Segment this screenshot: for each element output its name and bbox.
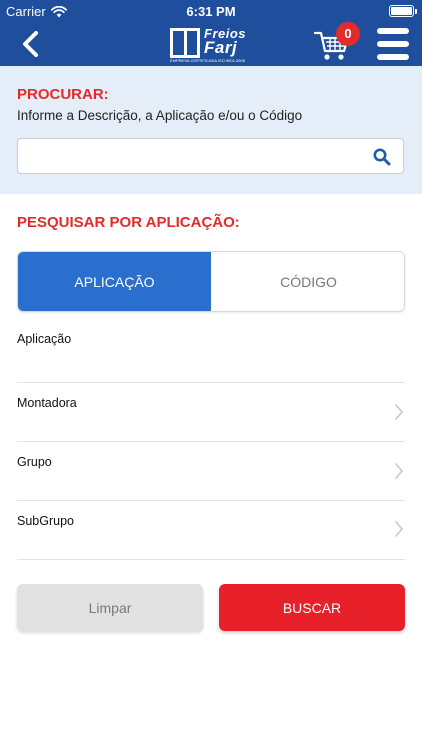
status-bar: Carrier 6:31 PM xyxy=(0,0,422,22)
field-label-subgrupo: SubGrupo xyxy=(17,514,74,528)
search-button[interactable]: BUSCAR xyxy=(219,584,405,631)
field-subgrupo[interactable] xyxy=(17,502,405,559)
battery-icon xyxy=(389,5,417,17)
divider xyxy=(17,500,405,501)
divider xyxy=(17,382,405,383)
chevron-right-icon xyxy=(395,521,403,537)
logo-tagline: EMPRESA CERTIFICADA ISO 9001:2008 xyxy=(170,58,245,63)
field-montadora[interactable] xyxy=(17,384,405,441)
search-icon[interactable] xyxy=(373,148,391,166)
search-input[interactable] xyxy=(26,139,366,173)
divider xyxy=(17,559,405,560)
brand-logo: Freios Farj EMPRESA CERTIFICADA ISO 9001… xyxy=(170,26,254,63)
menu-button[interactable] xyxy=(376,27,410,61)
field-aplicacao[interactable] xyxy=(17,324,405,381)
logo-mark xyxy=(170,28,200,58)
navigation-bar: Freios Farj EMPRESA CERTIFICADA ISO 9001… xyxy=(0,22,422,66)
search-section: PROCURAR: Informe a Descrição, a Aplicaç… xyxy=(0,66,422,194)
cart-count-badge: 0 xyxy=(336,22,360,46)
search-box xyxy=(17,138,404,174)
logo-brand-main: Farj xyxy=(204,38,238,57)
clear-button[interactable]: Limpar xyxy=(17,584,203,631)
chevron-right-icon xyxy=(395,463,403,479)
field-grupo[interactable] xyxy=(17,443,405,500)
status-time: 6:31 PM xyxy=(186,4,236,19)
search-title: PROCURAR: xyxy=(17,86,109,103)
chevron-left-icon xyxy=(23,31,38,57)
cart-button[interactable]: 0 xyxy=(314,22,362,62)
tab-codigo[interactable]: CÓDIGO xyxy=(212,252,404,311)
back-button[interactable] xyxy=(14,28,46,60)
filter-title: PESQUISAR POR APLICAÇÃO: xyxy=(17,214,240,231)
tab-aplicacao[interactable]: APLICAÇÃO xyxy=(18,252,211,311)
field-label-aplicacao: Aplicação xyxy=(17,332,72,346)
field-label-grupo: Grupo xyxy=(17,455,52,469)
chevron-right-icon xyxy=(395,404,403,420)
search-hint: Informe a Descrição, a Aplicação e/ou o … xyxy=(17,108,303,123)
field-label-montadora: Montadora xyxy=(17,396,77,410)
divider xyxy=(17,441,405,442)
filter-tabs: APLICAÇÃO CÓDIGO xyxy=(17,251,405,312)
